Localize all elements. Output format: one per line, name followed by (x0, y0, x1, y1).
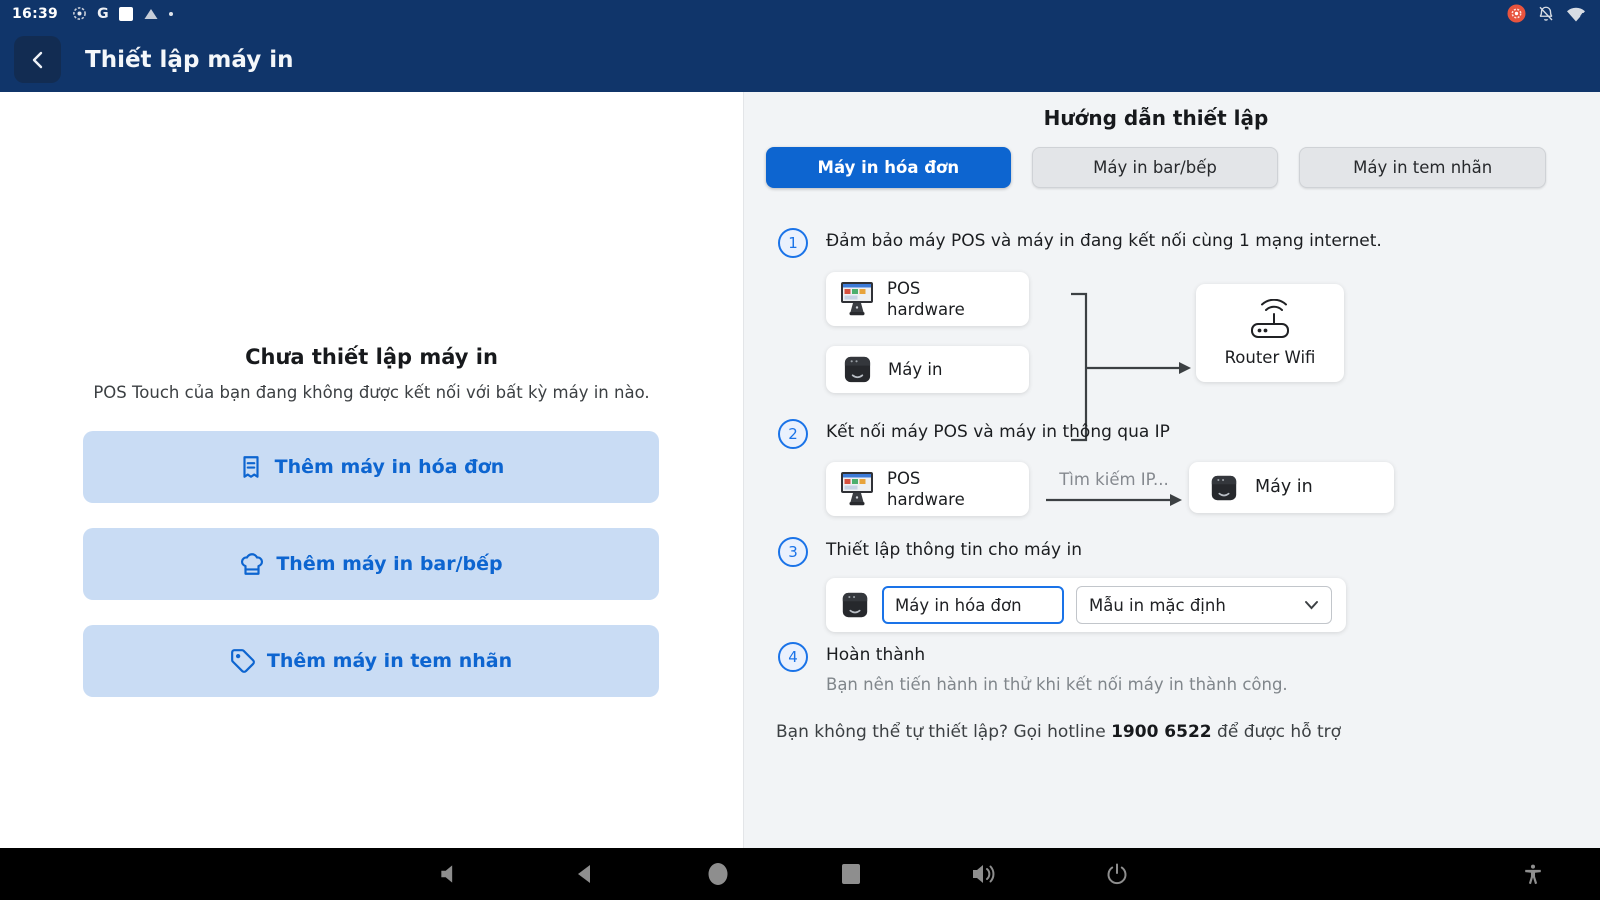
svg-text:4: 4 (1580, 12, 1585, 20)
select-value: Mẫu in mặc định (1089, 595, 1226, 615)
app-header: Thiết lập máy in (0, 27, 1600, 92)
step-3-number: 3 (778, 537, 808, 567)
button-label: Thêm máy in tem nhãn (266, 650, 513, 672)
step-4-subtext: Bạn nên tiến hành in thử khi kết nối máy… (826, 675, 1288, 694)
printer-label: Máy in (888, 360, 943, 379)
page-title: Thiết lập máy in (85, 46, 294, 73)
hotline-prefix: Bạn không thể tự thiết lập? Gọi hotline (776, 722, 1112, 742)
router-wifi-label: Router Wifi (1224, 347, 1316, 367)
step-4-number: 4 (778, 642, 808, 672)
button-label: Thêm máy in hóa đơn (274, 456, 505, 478)
printer-type-tabs: Máy in hóa đơn Máy in bar/bếp Máy in tem… (766, 147, 1547, 188)
google-app-icon: G (97, 5, 109, 22)
router-icon (1251, 298, 1289, 338)
pos-hardware-label: POS hardware (887, 279, 965, 319)
wifi-icon: 4 (1566, 6, 1586, 22)
printer-image (1211, 475, 1237, 500)
home-button[interactable] (706, 861, 730, 887)
guide-title: Hướng dẫn thiết lập (1043, 106, 1269, 130)
printer-setup-screen: 16:39 G 4 Thiết lập máy in Chưa thiết lậ… (0, 0, 1600, 900)
clock: 16:39 (12, 5, 59, 22)
screen-record-icon (72, 6, 87, 21)
tab-receipt-printer[interactable]: Máy in hóa đơn (766, 147, 1011, 188)
pos-terminal-image (841, 472, 873, 506)
receipt-icon (243, 456, 259, 478)
upload-triangle-icon (143, 8, 159, 20)
pos-hardware-label: POS hardware (887, 469, 965, 509)
status-bar: 16:39 G 4 (0, 0, 1600, 27)
step-1-text: Đảm bảo máy POS và máy in đang kết nối c… (826, 231, 1382, 251)
step-4-text: Hoàn thành (826, 645, 926, 665)
chevron-left-icon (32, 51, 42, 68)
printer-image (844, 356, 871, 383)
step-3-text: Thiết lập thông tin cho máy in (826, 540, 1082, 560)
hotline-text: Bạn không thể tự thiết lập? Gọi hotline … (776, 722, 1341, 742)
printer-label: Máy in (1255, 477, 1313, 497)
tab-kitchen-printer[interactable]: Máy in bar/bếp (1031, 147, 1279, 188)
power-button[interactable] (1105, 862, 1129, 886)
empty-state-title: Chưa thiết lập máy in (245, 345, 498, 369)
no-printer-panel: Chưa thiết lập máy in POS Touch của bạn … (0, 92, 743, 848)
chevron-down-icon (1305, 601, 1318, 610)
printer-name-input[interactable]: Máy in hóa đơn (882, 586, 1064, 624)
connection-bracket-arrow (1071, 292, 1191, 442)
add-receipt-printer-button[interactable]: Thêm máy in hóa đơn (83, 431, 659, 503)
chef-hat-icon (241, 553, 264, 575)
volume-down-button[interactable] (437, 861, 463, 887)
dot-notification-icon (168, 11, 173, 16)
printer-image (842, 592, 868, 618)
add-label-printer-button[interactable]: Thêm máy in tem nhãn (83, 625, 659, 697)
print-template-select[interactable]: Mẫu in mặc định (1076, 586, 1332, 624)
pos-hardware-card: POS hardware (826, 272, 1029, 326)
notifications-off-icon (1537, 5, 1555, 23)
ip-arrow (1046, 494, 1182, 506)
volume-up-button[interactable] (970, 861, 998, 887)
back-button-nav[interactable] (573, 862, 597, 886)
hotline-number: 1900 6522 (1111, 722, 1212, 742)
find-ip-label: Tìm kiếm IP... (1059, 470, 1169, 489)
empty-state-subtitle: POS Touch của bạn đang không được kết nố… (93, 383, 650, 402)
printer-card-2: Máy in (1189, 462, 1394, 513)
android-nav-bar (0, 848, 1600, 900)
step-2-number: 2 (778, 419, 808, 449)
add-kitchen-printer-button[interactable]: Thêm máy in bar/bếp (83, 528, 659, 600)
back-button[interactable] (14, 36, 61, 83)
router-wifi-card: Router Wifi (1196, 284, 1344, 382)
tag-icon (230, 649, 255, 673)
pos-hardware-card-2: POS hardware (826, 462, 1029, 516)
step-2-text: Kết nối máy POS và máy in thông qua IP (826, 422, 1170, 442)
recording-badge-icon (1507, 4, 1526, 23)
button-label: Thêm máy in bar/bếp (276, 553, 503, 575)
pos-terminal-image (841, 282, 873, 316)
printer-config-card: Máy in hóa đơn Mẫu in mặc định (826, 578, 1346, 632)
square-notification-icon (118, 6, 133, 21)
tab-label-printer[interactable]: Máy in tem nhãn (1299, 147, 1547, 188)
printer-card: Máy in (826, 346, 1029, 393)
setup-guide-panel: Hướng dẫn thiết lập Máy in hóa đơn Máy i… (743, 92, 1600, 848)
accessibility-button[interactable] (1522, 862, 1544, 886)
step-1-number: 1 (778, 228, 808, 258)
recents-button[interactable] (840, 862, 862, 886)
hotline-suffix: để được hỗ trợ (1211, 722, 1342, 742)
